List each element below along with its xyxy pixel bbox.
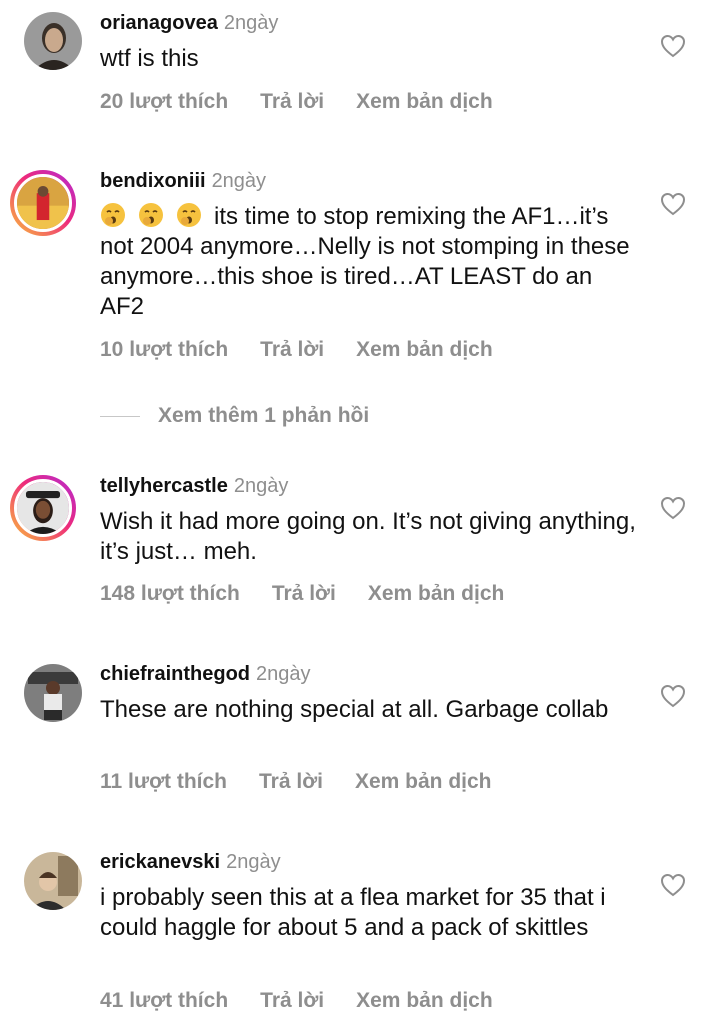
comment-actions: 148 lượt thích Trả lời Xem bản dịch (100, 581, 504, 607)
translate-button[interactable]: Xem bản dịch (356, 89, 493, 115)
avatar[interactable] (24, 12, 82, 70)
username[interactable]: erickanevski (100, 851, 220, 873)
reply-button[interactable]: Trả lời (259, 769, 323, 795)
username[interactable]: chiefrainthegod (100, 663, 250, 685)
avatar[interactable] (24, 664, 82, 722)
comment-text: These are nothing special at all. Garbag… (100, 696, 609, 723)
view-more-replies-label: Xem thêm 1 phản hồi (158, 404, 370, 427)
heart-outline-icon[interactable] (660, 496, 686, 520)
heart-outline-icon[interactable] (660, 684, 686, 708)
reply-button[interactable]: Trả lời (272, 581, 336, 607)
comment-text: wtf is this (100, 45, 199, 72)
divider-line (100, 415, 140, 417)
likes-count[interactable]: 10 lượt thích (100, 337, 228, 363)
likes-count[interactable]: 11 lượt thích (100, 769, 227, 795)
yawning-face-emoji (176, 202, 202, 228)
timestamp: 2ngày (233, 475, 289, 497)
avatar[interactable] (10, 475, 76, 541)
reply-button[interactable]: Trả lời (260, 337, 324, 363)
comment-meta: chiefrainthegod 2ngày (100, 661, 311, 687)
avatar[interactable] (24, 852, 82, 910)
heart-outline-icon[interactable] (660, 873, 686, 897)
comment-text: Wish it had more going on. It’s not givi… (100, 508, 636, 565)
username[interactable]: orianagovea (100, 12, 218, 34)
comment-actions: 20 lượt thích Trả lời Xem bản dịch (100, 89, 493, 115)
timestamp: 2ngày (211, 170, 267, 192)
translate-button[interactable]: Xem bản dịch (356, 337, 493, 363)
reply-button[interactable]: Trả lời (260, 89, 324, 115)
comment-meta: bendixoniii 2ngày (100, 168, 266, 194)
comment-actions: 41 lượt thích Trả lời Xem bản dịch (100, 988, 493, 1014)
heart-outline-icon[interactable] (660, 34, 686, 58)
view-more-replies-button[interactable]: Xem thêm 1 phản hồi (100, 404, 369, 428)
timestamp: 2ngày (223, 12, 279, 34)
yawning-face-emoji (100, 202, 126, 228)
username[interactable]: tellyhercastle (100, 475, 228, 497)
username[interactable]: bendixoniii (100, 170, 206, 192)
likes-count[interactable]: 41 lượt thích (100, 988, 228, 1014)
comment-meta: erickanevski 2ngày (100, 849, 281, 875)
comment-meta: orianagovea 2ngày (100, 10, 278, 36)
comment-text: its time to stop remixing the AF1…it’s n… (100, 202, 640, 322)
avatar[interactable] (10, 170, 76, 236)
timestamp: 2ngày (226, 851, 281, 873)
translate-button[interactable]: Xem bản dịch (355, 769, 492, 795)
comment-actions: 11 lượt thích Trả lời Xem bản dịch (100, 769, 492, 795)
yawning-face-emoji (138, 202, 164, 228)
comment-actions: 10 lượt thích Trả lời Xem bản dịch (100, 337, 493, 363)
comment-text: i probably seen this at a flea market fo… (100, 884, 606, 941)
timestamp: 2ngày (256, 663, 311, 685)
translate-button[interactable]: Xem bản dịch (368, 581, 505, 607)
comment-meta: tellyhercastle 2ngày (100, 473, 288, 499)
translate-button[interactable]: Xem bản dịch (356, 988, 493, 1014)
comments-list: orianagovea 2ngày wtf is this 20 lượt thí… (0, 0, 728, 1024)
likes-count[interactable]: 148 lượt thích (100, 581, 240, 607)
likes-count[interactable]: 20 lượt thích (100, 89, 228, 115)
heart-outline-icon[interactable] (660, 192, 686, 216)
reply-button[interactable]: Trả lời (260, 988, 324, 1014)
